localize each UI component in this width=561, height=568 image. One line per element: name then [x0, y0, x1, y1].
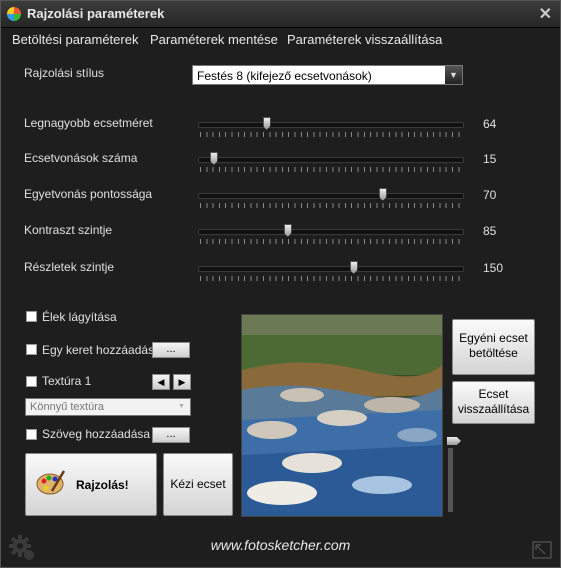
slider-value: 64: [483, 117, 497, 131]
style-selected-value: Festés 8 (kifejező ecsetvonások): [197, 69, 372, 83]
slider-value: 15: [483, 152, 497, 166]
style-label: Rajzolási stílus: [24, 66, 105, 80]
slider-label: Legnagyobb ecsetméret: [24, 116, 153, 130]
soften-edges-checkbox[interactable]: [26, 311, 37, 322]
draw-button-label: Rajzolás!: [76, 478, 129, 492]
slider-ticks: [200, 132, 462, 137]
menu-bar: Betöltési paraméterek Paraméterek mentés…: [1, 28, 560, 50]
menu-save-params[interactable]: Paraméterek mentése: [150, 32, 278, 47]
slider-track[interactable]: [198, 266, 464, 272]
texture-selected-value: Könnyű textúra: [30, 401, 104, 413]
preview-zoom-handle[interactable]: [447, 437, 461, 445]
chevron-down-icon[interactable]: ▼: [445, 66, 462, 84]
slider-thumb[interactable]: [283, 224, 292, 237]
texture-dropdown[interactable]: Könnyű textúra ▼: [25, 398, 191, 416]
website-link[interactable]: www.fotosketcher.com: [1, 537, 560, 553]
add-frame-settings-button[interactable]: ...: [152, 342, 190, 358]
add-text-settings-button[interactable]: ...: [152, 427, 190, 443]
slider-thumb[interactable]: [262, 117, 271, 130]
load-custom-brush-button[interactable]: Egyéni ecset betöltése: [452, 319, 535, 375]
slider-ticks: [200, 239, 462, 244]
slider-thumb[interactable]: [349, 261, 358, 274]
slider-label: Részletek szintje: [24, 260, 115, 274]
close-icon[interactable]: ✕: [539, 4, 552, 24]
preview-image: [241, 314, 443, 517]
soften-edges-label: Élek lágyítása: [42, 310, 117, 324]
texture-checkbox[interactable]: [26, 376, 37, 387]
preview-painting: [242, 315, 442, 516]
slider-ticks: [200, 203, 462, 208]
texture-next-button[interactable]: ▶: [173, 374, 191, 390]
texture-prev-button[interactable]: ◀: [152, 374, 170, 390]
slider-ticks: [200, 167, 462, 172]
preview-zoom-track[interactable]: [448, 448, 453, 512]
main-window: Rajzolási paraméterek ✕ Betöltési paramé…: [0, 0, 561, 568]
slider-thumb[interactable]: [378, 188, 387, 201]
slider-value: 70: [483, 188, 497, 202]
manual-brush-button[interactable]: Kézi ecset: [163, 453, 233, 516]
slider-label: Egyetvonás pontossága: [24, 187, 153, 201]
slider-label: Kontraszt szintje: [24, 223, 113, 237]
slider-label: Ecsetvonások száma: [24, 151, 138, 165]
title-bar[interactable]: Rajzolási paraméterek ✕: [1, 1, 560, 28]
slider-track[interactable]: [198, 157, 464, 163]
texture-label: Textúra 1: [42, 374, 92, 388]
add-text-checkbox[interactable]: [26, 429, 37, 440]
slider-track[interactable]: [198, 193, 464, 199]
slider-thumb[interactable]: [209, 152, 218, 165]
menu-reset-params[interactable]: Paraméterek visszaállítása: [287, 32, 442, 47]
chevron-down-icon[interactable]: ▼: [173, 399, 190, 415]
draw-button[interactable]: Rajzolás!: [25, 453, 157, 516]
slider-value: 150: [483, 261, 504, 275]
add-text-label: Szöveg hozzáadása: [42, 427, 151, 441]
menu-load-params[interactable]: Betöltési paraméterek: [12, 32, 138, 47]
palette-icon: [36, 469, 66, 495]
window-title: Rajzolási paraméterek: [27, 6, 165, 21]
reset-brush-button[interactable]: Ecset visszaállítása: [452, 381, 535, 424]
slider-value: 85: [483, 224, 497, 238]
slider-track[interactable]: [198, 229, 464, 235]
add-frame-label: Egy keret hozzáadása: [42, 343, 161, 357]
style-dropdown[interactable]: Festés 8 (kifejező ecsetvonások) ▼: [192, 65, 463, 85]
slider-track[interactable]: [198, 122, 464, 128]
add-frame-checkbox[interactable]: [26, 344, 37, 355]
slider-ticks: [200, 276, 462, 281]
app-icon: [7, 7, 21, 21]
resize-icon[interactable]: [532, 541, 552, 559]
